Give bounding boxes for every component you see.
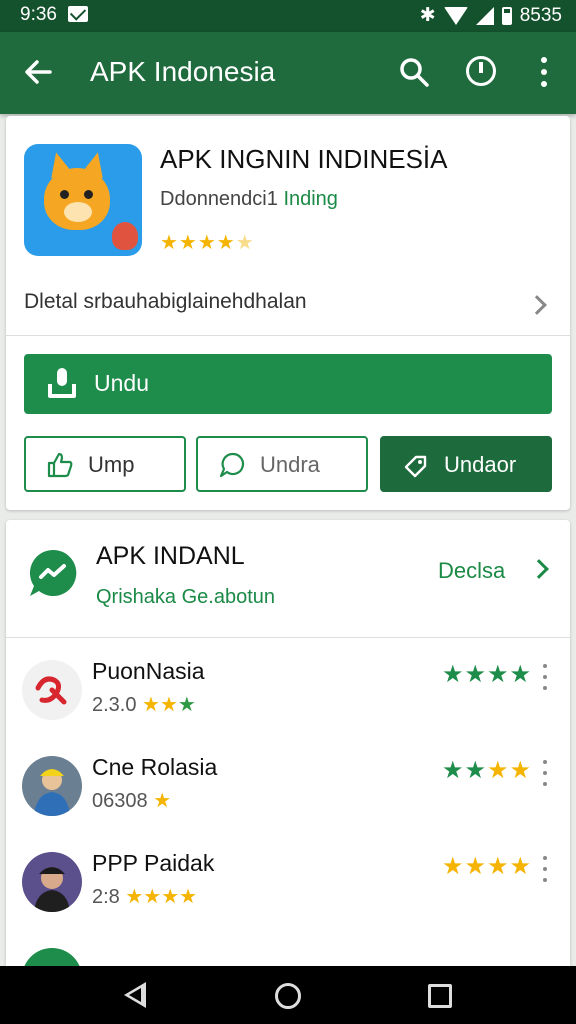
related-apps-card: APK INDANL Qrishaka Ge.abotun Declsa Puo… <box>6 520 570 970</box>
rating-stars: ★★★★ <box>442 756 532 785</box>
app-avatar <box>22 756 82 816</box>
install-button[interactable]: Undu <box>24 354 552 414</box>
app-bar-title: APK Indonesia <box>90 56 276 87</box>
more-vert-icon[interactable] <box>540 760 550 786</box>
nav-home-icon[interactable] <box>275 983 301 1009</box>
comment-label: Undra <box>260 452 320 477</box>
thumbs-up-icon <box>47 452 73 478</box>
app-icon[interactable] <box>24 144 142 256</box>
info-icon[interactable] <box>466 56 496 86</box>
share-label: Undaor <box>444 452 517 477</box>
stars-filled: ★★★★ <box>160 232 236 254</box>
download-icon <box>48 368 76 398</box>
app-avatar <box>22 660 82 720</box>
person-avatar-icon <box>34 867 70 912</box>
mail-icon <box>68 6 88 22</box>
rating-stars-value: ★★★★ <box>442 757 533 784</box>
status-time: 9:36 <box>20 4 57 25</box>
chevron-right-icon[interactable] <box>529 559 549 579</box>
imp-mascot <box>112 222 138 250</box>
section-header[interactable]: APK INDANL Qrishaka Ge.abotun Declsa <box>6 520 570 638</box>
list-item[interactable]: Cne Rolasia 06308 ★ ★★★★ <box>6 742 570 838</box>
back-arrow-icon[interactable] <box>20 54 56 90</box>
action-buttons: Ump Undra Undaor <box>24 436 552 492</box>
section-title: APK INDANL <box>96 542 245 570</box>
chat-bubble-icon <box>219 452 245 478</box>
like-label: Ump <box>88 452 135 477</box>
more-vert-icon[interactable] <box>540 664 550 690</box>
app-name: PuonNasia <box>92 658 205 684</box>
detail-row[interactable]: Dletal srbauhabiglainehdhalan <box>6 276 570 336</box>
install-label: Undu <box>94 370 149 396</box>
list-item[interactable]: PPP Paidak 2:8 ★★★★ ★★★★ <box>6 838 570 934</box>
app-logo-icon <box>35 676 67 705</box>
app-developer[interactable]: Ddonnendci1 Inding <box>160 188 338 211</box>
meta-stars-green: ★ <box>177 694 196 716</box>
meta-stars: ★★ <box>142 694 178 716</box>
rating-stars: ★★★★ <box>442 853 533 880</box>
detail-label: Dletal srbauhabiglainehdhalan <box>24 290 307 313</box>
app-title: APK INGNIN INDINESİA <box>160 144 448 174</box>
tag-icon <box>404 455 427 478</box>
nav-back-icon[interactable] <box>124 982 146 1008</box>
app-version: 2.3.0 <box>92 694 137 716</box>
list-item[interactable] <box>6 934 570 970</box>
status-right: ✱ 8535 <box>420 4 562 27</box>
status-right-text: 8535 <box>519 4 562 26</box>
section-more-link[interactable]: Declsa <box>438 558 505 584</box>
comment-button[interactable]: Undra <box>196 436 368 492</box>
app-meta: 2.3.0 ★★★ <box>92 692 196 717</box>
developer-highlight: Inding <box>283 188 338 210</box>
signal-icon <box>475 6 494 25</box>
section-subtitle: Qrishaka Ge.abotun <box>96 586 275 608</box>
app-name: Cne Rolasia <box>92 754 218 780</box>
worker-avatar-icon <box>34 769 70 816</box>
status-bar: 9:36 ✱ 8535 <box>0 0 576 32</box>
app-name: PPP Paidak <box>92 850 215 876</box>
app-avatar <box>22 852 82 912</box>
stars-half: ★ <box>235 232 255 254</box>
whatsapp-icon <box>29 549 77 596</box>
battery-icon <box>501 6 512 25</box>
app-version: 2:8 <box>92 886 120 908</box>
more-vert-icon[interactable] <box>532 54 556 90</box>
app-meta: 2:8 ★★★★ <box>92 884 197 909</box>
fox-mascot <box>44 168 110 230</box>
chevron-right-icon <box>527 295 547 315</box>
rating-stars: ★★★★ <box>442 661 533 688</box>
app-version: 06308 <box>92 790 148 812</box>
nav-recents-icon[interactable] <box>428 984 452 1008</box>
list-item[interactable]: PuonNasia 2.3.0 ★★★ ★★★★ <box>6 646 570 742</box>
nav-bar <box>0 966 576 1024</box>
app-meta: 06308 ★ <box>92 788 171 813</box>
meta-stars: ★ <box>153 790 172 812</box>
developer-name: Ddonnendci1 <box>160 188 278 210</box>
wifi-icon <box>443 6 468 25</box>
bluetooth-icon: ✱ <box>419 5 436 26</box>
search-icon[interactable] <box>398 56 430 88</box>
app-rating-stars: ★★★★★ <box>160 230 255 255</box>
app-bar: APK Indonesia <box>0 32 576 114</box>
more-vert-icon[interactable] <box>540 856 550 882</box>
share-button[interactable]: Undaor <box>380 436 552 492</box>
meta-stars: ★★★★ <box>125 886 198 908</box>
like-button[interactable]: Ump <box>24 436 186 492</box>
app-detail-card: APK INGNIN INDINESİA Ddonnendci1 Inding … <box>6 116 570 510</box>
